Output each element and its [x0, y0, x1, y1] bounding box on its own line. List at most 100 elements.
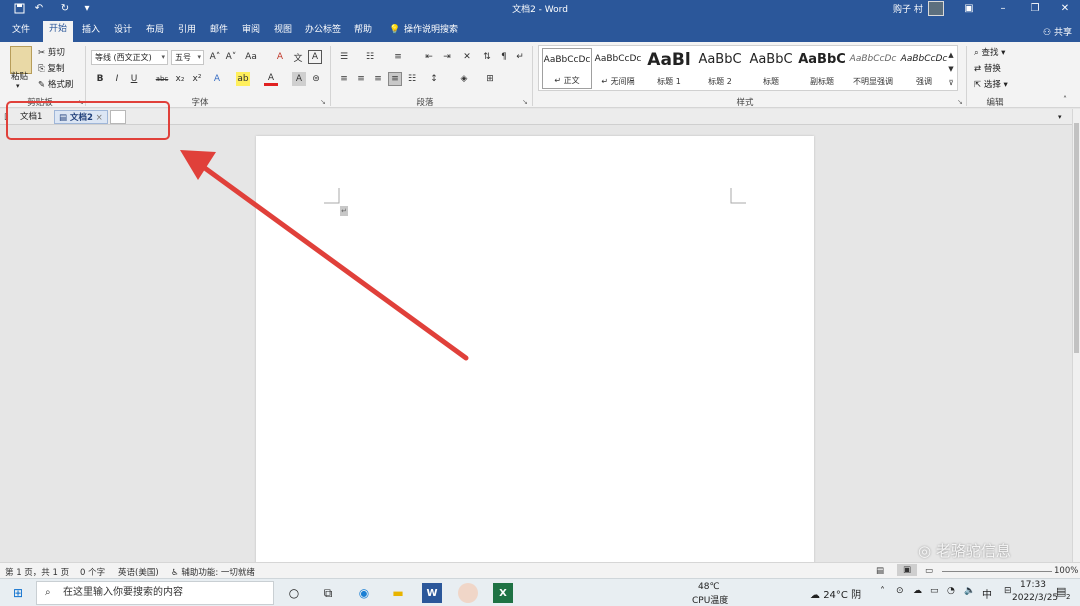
clock-time[interactable]: 17:33: [1020, 580, 1046, 590]
gallery-more-icon[interactable]: ⊽: [944, 76, 958, 90]
bullets-icon[interactable]: ☰: [337, 50, 351, 64]
collapse-ribbon-icon[interactable]: ˄: [1058, 92, 1072, 106]
zoom-level[interactable]: 100%: [1054, 566, 1078, 576]
print-layout-icon[interactable]: ▣: [897, 564, 918, 576]
style-emphasis[interactable]: AaBbCcDc 强调: [899, 48, 949, 89]
char-shading-icon[interactable]: A: [292, 72, 306, 86]
tab-home[interactable]: 开始: [43, 21, 73, 42]
restore-icon[interactable]: ❐: [1018, 0, 1052, 17]
minimize-icon[interactable]: –: [986, 0, 1020, 17]
word-count[interactable]: 0 个字: [80, 566, 105, 578]
taskbar-search-input[interactable]: ⌕ 在这里输入你要搜索的内容: [36, 581, 274, 605]
tab-list-dropdown-icon[interactable]: ▾: [1054, 110, 1066, 124]
bold-icon[interactable]: B: [93, 72, 107, 86]
tab-office-tab[interactable]: 办公标签: [302, 22, 344, 42]
page-count[interactable]: 第 1 页，共 1 页: [5, 566, 69, 578]
increase-indent-icon[interactable]: ⇥: [440, 50, 454, 64]
user-name[interactable]: 购子 村: [893, 2, 923, 15]
tab-help[interactable]: 帮助: [350, 22, 376, 42]
tab-file[interactable]: 文件: [8, 22, 34, 42]
font-size-combo[interactable]: 五号 ▾: [171, 50, 204, 65]
subscript-icon[interactable]: x₂: [173, 72, 187, 86]
tab-layout[interactable]: 布局: [142, 22, 168, 42]
style-subtitle[interactable]: AaBbC 副标题: [797, 48, 847, 89]
network-icon[interactable]: ◔: [947, 586, 955, 596]
tab-design[interactable]: 设计: [110, 22, 136, 42]
shrink-font-icon[interactable]: A˅: [224, 50, 238, 64]
align-right-icon[interactable]: ≡: [371, 72, 385, 86]
highlight-icon[interactable]: ab: [236, 72, 250, 86]
excel-app-icon[interactable]: X: [493, 583, 513, 603]
align-center-icon[interactable]: ≡: [354, 72, 368, 86]
char-border-icon[interactable]: A: [308, 50, 322, 64]
underline-icon[interactable]: U: [127, 72, 141, 86]
gallery-up-icon[interactable]: ▲: [944, 48, 958, 62]
distribute-icon[interactable]: ☷: [405, 72, 419, 86]
show-hide-icon[interactable]: ↵: [513, 50, 527, 64]
grow-font-icon[interactable]: A˄: [208, 50, 222, 64]
clock-date[interactable]: 2022/3/25: [1012, 593, 1058, 603]
document-page[interactable]: ↵: [256, 136, 814, 576]
close-icon[interactable]: ✕: [1048, 0, 1080, 17]
phonetic-guide-icon[interactable]: 文: [291, 50, 305, 64]
scrollbar-thumb[interactable]: [1074, 123, 1079, 353]
replace-button[interactable]: ⇄ 替换: [974, 62, 1001, 74]
numbering-icon[interactable]: ☷: [363, 50, 377, 64]
strikethrough-icon[interactable]: abc: [155, 72, 169, 86]
superscript-icon[interactable]: x²: [190, 72, 204, 86]
borders-icon[interactable]: ⊞: [483, 72, 497, 86]
ime-indicator[interactable]: 中: [982, 586, 992, 601]
style-subtle-emphasis[interactable]: AaBbCcDc 不明显强调: [848, 48, 898, 89]
volume-icon[interactable]: 🔈: [964, 586, 975, 596]
align-left-icon[interactable]: ≡: [337, 72, 351, 86]
format-painter-button[interactable]: ✎ 格式刷: [38, 78, 73, 90]
paste-button[interactable]: 粘贴: [11, 70, 28, 82]
select-button[interactable]: ⇱ 选择 ▾: [974, 78, 1008, 90]
shading-icon[interactable]: ◈: [457, 72, 471, 86]
zoom-slider[interactable]: [942, 571, 1052, 572]
cut-button[interactable]: ✂ 剪切: [38, 46, 65, 58]
notification-icon[interactable]: ▤: [1056, 585, 1066, 598]
styles-launcher-icon[interactable]: ↘: [957, 98, 963, 106]
style-normal[interactable]: AaBbCcDc ↵ 正文: [542, 48, 592, 89]
app-avatar-icon[interactable]: [458, 583, 478, 603]
windows-start-icon[interactable]: ⊞: [8, 583, 28, 603]
weather-widget[interactable]: ☁ 24°C 阴: [810, 586, 861, 601]
paragraph-launcher-icon[interactable]: ↘: [522, 98, 528, 106]
find-button[interactable]: ⌕ 查找 ▾: [974, 46, 1005, 58]
enclose-char-icon[interactable]: ⊜: [309, 72, 323, 86]
line-spacing-icon[interactable]: ↕: [427, 72, 441, 86]
style-heading-2[interactable]: AaBbC 标题 2: [695, 48, 745, 89]
web-layout-icon[interactable]: ▭: [925, 566, 933, 576]
gallery-down-icon[interactable]: ▼: [944, 62, 958, 76]
tab-insert[interactable]: 插入: [78, 22, 104, 42]
decrease-indent-icon[interactable]: ⇤: [422, 50, 436, 64]
style-title[interactable]: AaBbC 标题: [746, 48, 796, 89]
italic-icon[interactable]: I: [110, 72, 124, 86]
style-heading-1[interactable]: AaBl 标题 1: [644, 48, 694, 89]
show-marks-icon[interactable]: ¶: [497, 50, 511, 64]
tray-chevron-icon[interactable]: ˄: [880, 586, 885, 597]
battery-icon[interactable]: ▭: [930, 586, 939, 596]
task-view-icon[interactable]: ⧉: [318, 583, 338, 603]
edge-icon[interactable]: ◉: [354, 583, 374, 603]
tab-references[interactable]: 引用: [174, 22, 200, 42]
font-color-icon[interactable]: A: [264, 72, 278, 86]
tray-app-icon[interactable]: ⊙: [896, 586, 904, 596]
accessibility-status[interactable]: ♿ 辅助功能: 一切就绪: [171, 566, 255, 578]
onedrive-icon[interactable]: ☁: [913, 586, 922, 596]
read-mode-icon[interactable]: ▤: [876, 566, 884, 576]
change-case-icon[interactable]: Aa: [244, 50, 258, 64]
justify-icon[interactable]: ≡: [388, 72, 402, 86]
text-effects-icon[interactable]: A: [210, 72, 224, 86]
multilevel-list-icon[interactable]: ≡: [391, 50, 405, 64]
avatar[interactable]: [928, 1, 944, 16]
tab-mailings[interactable]: 邮件: [206, 22, 232, 42]
cortana-icon[interactable]: ○: [284, 583, 304, 603]
file-explorer-icon[interactable]: ▬: [388, 583, 408, 603]
ime-mode-icon[interactable]: ⊟: [1004, 586, 1012, 596]
font-launcher-icon[interactable]: ↘: [320, 98, 326, 106]
paste-dropdown-icon[interactable]: ▾: [16, 82, 20, 90]
font-name-combo[interactable]: 等线 (西文正文) ▾: [91, 50, 168, 65]
language-status[interactable]: 英语(美国): [118, 566, 159, 578]
